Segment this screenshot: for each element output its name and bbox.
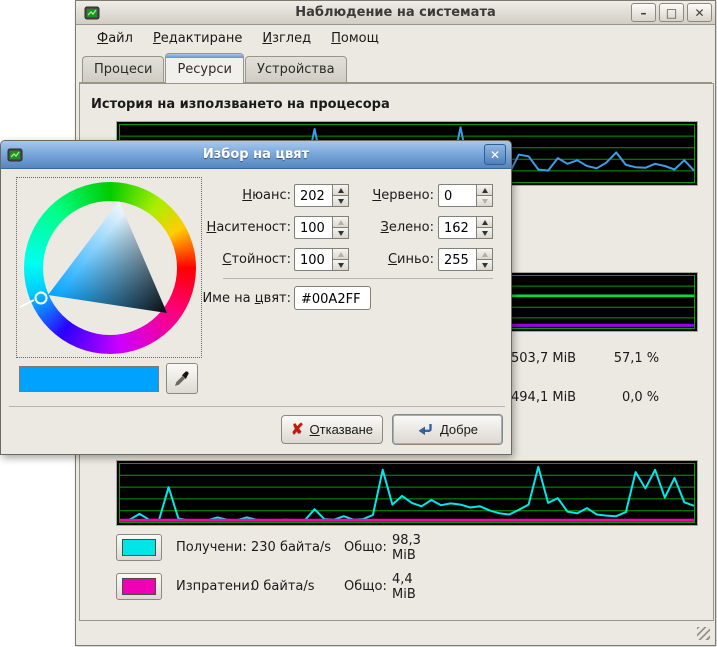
red-spin-up[interactable] bbox=[476, 184, 493, 196]
system-monitor-icon bbox=[7, 147, 23, 163]
received-color-swatch bbox=[122, 539, 156, 556]
menu-help[interactable]: Помощ bbox=[322, 27, 388, 50]
resize-grip-icon[interactable] bbox=[697, 627, 710, 640]
cancel-button-label: Отказване bbox=[310, 422, 374, 437]
received-total-label: Общо: bbox=[344, 540, 387, 555]
hsv-rgb-separator bbox=[223, 278, 493, 279]
network-sent-row: Изпратени: 0 байта/s Общо: 4,4 MiB bbox=[116, 573, 162, 600]
value-label: Стойност: bbox=[141, 252, 291, 267]
sent-total: 4,4 MiB bbox=[392, 572, 416, 602]
red-spinner bbox=[438, 184, 493, 207]
action-separator bbox=[9, 406, 505, 407]
main-window-title: Наблюдение на системата bbox=[76, 5, 715, 20]
swap-used-percent: 0,0 % bbox=[597, 390, 659, 405]
sent-color-button[interactable] bbox=[116, 573, 162, 600]
saturation-label: Наситеност: bbox=[141, 220, 291, 235]
close-icon[interactable]: ✕ bbox=[687, 3, 712, 22]
green-label: Зелено: bbox=[284, 220, 434, 235]
cancel-button[interactable]: ✘ Отказване bbox=[281, 415, 383, 444]
network-received-row: Получени: 230 байта/s Общо: 98,3 MiB bbox=[116, 534, 162, 561]
dialog-title: Избор на цвят bbox=[1, 147, 511, 162]
sent-color-swatch bbox=[122, 578, 156, 595]
memory-usage-row: 503,7 MiB 57,1 % bbox=[511, 351, 701, 366]
blue-label: Синьо: bbox=[284, 252, 434, 267]
red-spin-down[interactable] bbox=[476, 196, 493, 207]
green-spin-up[interactable] bbox=[476, 216, 493, 228]
eyedropper-icon bbox=[174, 371, 190, 387]
ok-enter-icon bbox=[417, 422, 434, 437]
menu-file[interactable]: Файл bbox=[88, 27, 142, 50]
hue-marker-tick bbox=[20, 300, 34, 307]
hue-marker[interactable] bbox=[36, 293, 47, 304]
eyedropper-button[interactable] bbox=[166, 363, 198, 394]
green-spinner bbox=[438, 216, 493, 239]
swap-used-value: 494,1 MiB bbox=[511, 390, 593, 405]
desktop: Наблюдение на системата – □ ✕ Файл Редак… bbox=[0, 0, 717, 647]
tab-resources[interactable]: Ресурси bbox=[165, 53, 244, 83]
menubar: Файл Редактиране Изглед Помощ bbox=[76, 25, 715, 52]
color-name-label: Име на цвят: bbox=[141, 291, 291, 306]
cpu-history-title: История на използването на процесора bbox=[91, 97, 390, 112]
red-input[interactable] bbox=[438, 184, 476, 207]
color-wheel[interactable] bbox=[16, 177, 202, 358]
blue-input[interactable] bbox=[438, 248, 476, 271]
hue-label: Нюанс: bbox=[141, 188, 291, 203]
green-input[interactable] bbox=[438, 216, 476, 239]
dialog-close-icon[interactable]: ✕ bbox=[484, 144, 506, 165]
system-monitor-icon bbox=[84, 5, 100, 21]
network-history-chart bbox=[116, 460, 698, 526]
maximize-icon[interactable]: □ bbox=[659, 3, 684, 22]
dialog-titlebar[interactable]: Избор на цвят ✕ bbox=[1, 141, 511, 169]
green-spin-down[interactable] bbox=[476, 228, 493, 239]
red-label: Червено: bbox=[284, 188, 434, 203]
tab-devices[interactable]: Устройства bbox=[245, 56, 347, 83]
memory-used-value: 503,7 MiB bbox=[511, 351, 593, 366]
saturation-value-triangle[interactable] bbox=[17, 178, 203, 359]
ok-button-label: Добре bbox=[440, 422, 478, 437]
sent-total-label: Общо: bbox=[344, 579, 387, 594]
cancel-x-icon: ✘ bbox=[291, 422, 304, 437]
color-name-input[interactable] bbox=[294, 286, 371, 310]
minimize-icon[interactable]: – bbox=[631, 3, 656, 22]
blue-spinner bbox=[438, 248, 493, 271]
tabstrip: Процеси Ресурси Устройства bbox=[76, 52, 715, 83]
main-titlebar[interactable]: Наблюдение на системата – □ ✕ bbox=[76, 1, 715, 25]
received-color-button[interactable] bbox=[116, 534, 162, 561]
menu-edit[interactable]: Редактиране bbox=[144, 27, 251, 50]
received-total: 98,3 MiB bbox=[392, 533, 421, 563]
blue-spin-down[interactable] bbox=[476, 260, 493, 271]
ok-button[interactable]: Добре bbox=[392, 414, 503, 445]
menu-view[interactable]: Изглед bbox=[253, 27, 320, 50]
statusbar bbox=[76, 621, 715, 645]
memory-used-percent: 57,1 % bbox=[597, 351, 659, 366]
current-color-swatch bbox=[19, 366, 159, 392]
color-picker-dialog: Избор на цвят ✕ bbox=[0, 140, 512, 455]
swap-usage-row: 494,1 MiB 0,0 % bbox=[511, 390, 701, 405]
tab-processes[interactable]: Процеси bbox=[82, 56, 164, 83]
blue-spin-up[interactable] bbox=[476, 248, 493, 260]
